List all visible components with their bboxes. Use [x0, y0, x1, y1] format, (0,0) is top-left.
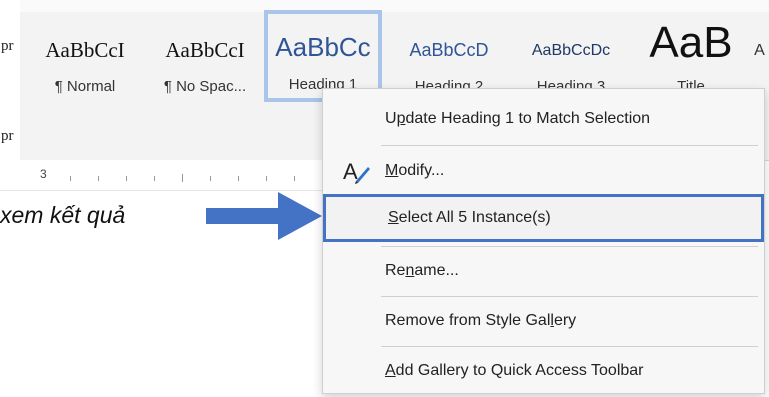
style-normal[interactable]: AaBbCcI ¶ Normal — [30, 12, 140, 100]
ruler-number: 3 — [40, 167, 47, 181]
ruler-tick — [238, 176, 239, 181]
menu-item-remove-from-gallery[interactable]: Remove from Style Gallery — [323, 299, 764, 343]
menu-item-label: Modify... — [385, 162, 445, 179]
ruler-tick — [70, 176, 71, 181]
style-preview: AaBbCc — [275, 32, 371, 62]
menu-separator — [381, 296, 758, 297]
menu-separator — [381, 346, 758, 347]
style-partial[interactable]: A — [750, 12, 769, 100]
document-text-fragment: pr — [1, 38, 14, 54]
arrow-right-icon — [206, 192, 322, 245]
ruler-tick — [294, 176, 295, 181]
style-preview: AaBbCcI — [165, 38, 245, 62]
menu-separator — [381, 246, 758, 247]
style-title[interactable]: AaB Title — [632, 12, 750, 100]
ruler-tick — [210, 176, 211, 181]
annotation-text: xem kết quả — [0, 202, 126, 228]
style-context-menu: Update Heading 1 to Match Selection A Mo… — [322, 88, 765, 394]
menu-item-label: Rename... — [385, 262, 459, 279]
ruler-tick — [126, 176, 127, 181]
style-preview: AaBbCcI — [45, 38, 125, 62]
horizontal-ruler: 3 — [0, 160, 330, 191]
modify-style-icon: A — [343, 159, 371, 190]
style-no-spacing[interactable]: AaBbCcI ¶ No Spac... — [148, 12, 262, 100]
ruler-tick — [98, 176, 99, 181]
svg-text:A: A — [343, 159, 358, 184]
menu-item-label: Update Heading 1 to Match Selection — [385, 110, 651, 127]
ruler-tick — [154, 176, 155, 181]
style-preview: AaBbCcD — [409, 40, 489, 60]
menu-item-label: Add Gallery to Quick Access Toolbar — [385, 362, 644, 379]
gallery-top-edge — [20, 0, 769, 12]
style-heading-3[interactable]: AaBbCcDc Heading 3 — [512, 12, 630, 100]
style-preview: AaBbCcDc — [531, 42, 611, 59]
menu-item-rename[interactable]: Rename... — [323, 249, 764, 293]
style-preview: AaB — [649, 18, 733, 67]
style-name: ¶ Normal — [54, 78, 116, 95]
ruler-tick — [182, 174, 183, 182]
menu-item-label: Select All 5 Instance(s) — [388, 209, 551, 226]
menu-item-label: Remove from Style Gallery — [385, 312, 577, 329]
ruler-tick — [266, 176, 267, 181]
menu-item-select-all-instances[interactable]: Select All 5 Instance(s) — [323, 194, 764, 242]
style-heading-2[interactable]: AaBbCcD Heading 2 — [388, 12, 510, 100]
menu-item-modify[interactable]: A Modify... — [323, 149, 764, 193]
document-text-fragment: pr — [1, 128, 14, 144]
menu-item-update-heading[interactable]: Update Heading 1 to Match Selection — [323, 97, 764, 141]
style-name: ¶ No Spac... — [163, 78, 247, 95]
menu-separator — [381, 145, 758, 146]
style-preview: A — [754, 42, 765, 59]
menu-item-add-gallery-to-qat[interactable]: Add Gallery to Quick Access Toolbar — [323, 349, 764, 393]
